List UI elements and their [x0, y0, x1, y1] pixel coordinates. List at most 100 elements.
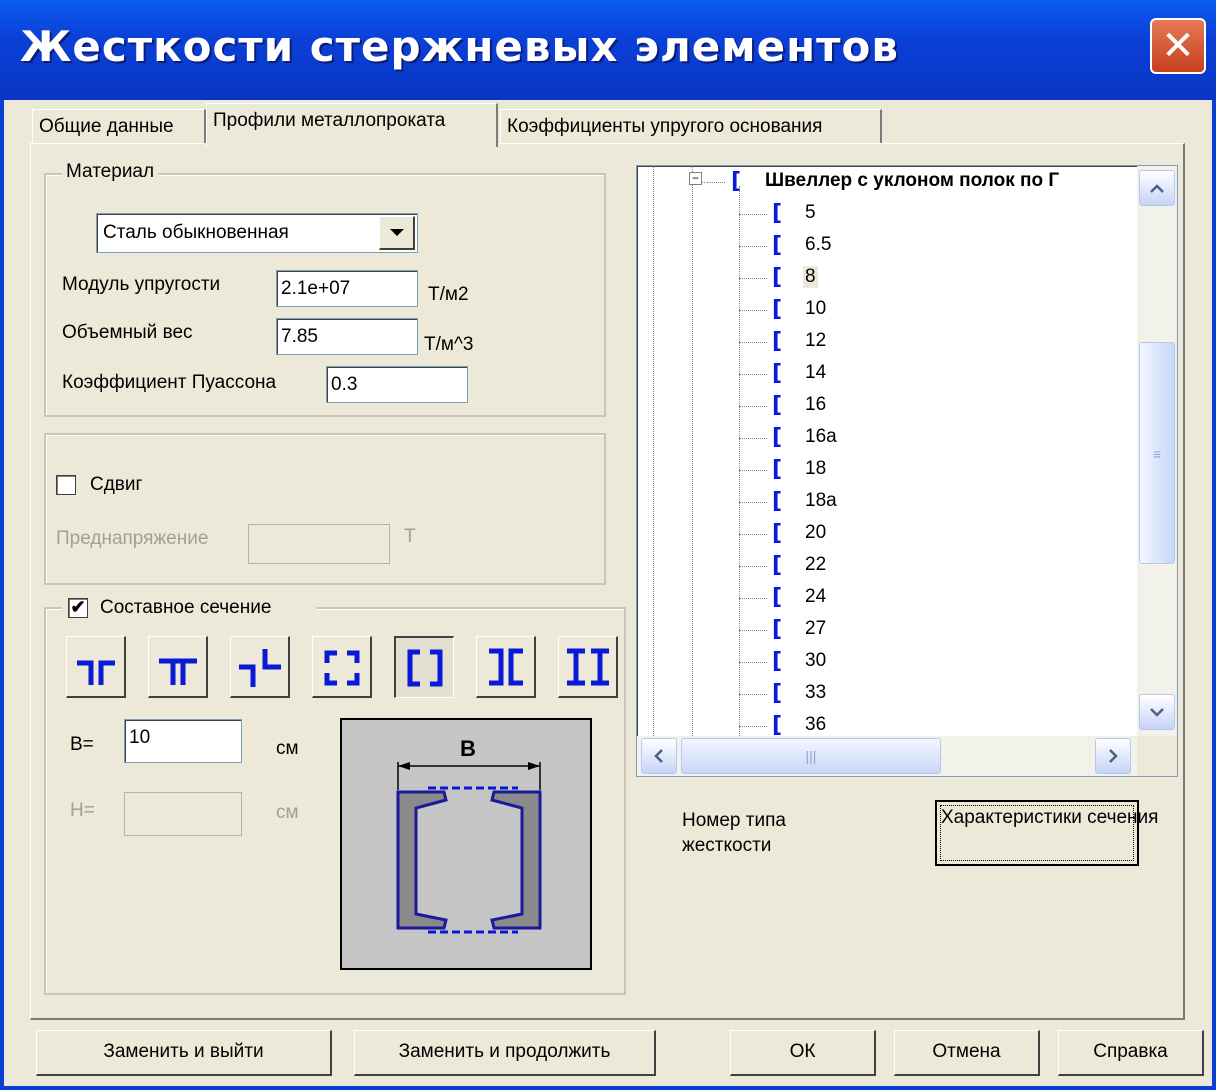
replace-exit-button[interactable]: Заменить и выйти	[36, 1030, 332, 1076]
help-button[interactable]: Справка	[1058, 1030, 1204, 1076]
channel-icon: [	[772, 713, 783, 738]
section-characteristics-label: Характеристики сечения	[940, 805, 1158, 861]
prestress-unit: Т	[404, 526, 416, 547]
elastic-modulus-unit: Т/м2	[428, 284, 469, 305]
dialog-title: Жесткости стержневых элементов	[20, 22, 899, 71]
tree-item[interactable]: [10	[637, 294, 1137, 326]
channel-icon: [	[772, 425, 783, 450]
channel-icon: [	[772, 681, 783, 706]
tree-item-label: 20	[805, 522, 827, 543]
tree-item-label: 14	[805, 362, 827, 383]
channel-box-icon	[407, 649, 443, 687]
horizontal-scroll-thumb[interactable]: |||	[681, 738, 941, 774]
tree-item[interactable]: [8	[637, 262, 1137, 294]
tab-elastic-foundation[interactable]: Коэффициенты упругого основания	[500, 109, 882, 145]
tree-root-label[interactable]: Швеллер с уклоном полок по Г	[765, 170, 1059, 192]
horizontal-scrollbar[interactable]: |||	[637, 736, 1137, 776]
tree-item[interactable]: [6.5	[637, 230, 1137, 262]
i-beam-pair-icon	[567, 648, 609, 686]
combo-dropdown-button[interactable]	[379, 216, 415, 250]
volume-weight-input[interactable]: 7.85	[276, 318, 418, 355]
title-bar[interactable]: Жесткости стержневых элементов ✕	[0, 0, 1216, 100]
tree-item-label: 24	[805, 586, 827, 607]
channel-icon: [	[772, 393, 783, 418]
tree-item-label: 5	[805, 202, 816, 223]
section-channel-box-button[interactable]	[394, 636, 454, 698]
tree-item-label: 6.5	[805, 234, 832, 255]
section-diagram: B	[340, 718, 592, 970]
tree-item[interactable]: [30	[637, 646, 1137, 678]
scroll-down-button[interactable]	[1139, 694, 1175, 730]
section-corner-box-button[interactable]	[312, 636, 372, 698]
b-label: B=	[70, 734, 94, 755]
tree-item[interactable]: [20	[637, 518, 1137, 550]
tree-item[interactable]: [27	[637, 614, 1137, 646]
h-input[interactable]	[124, 792, 242, 836]
elastic-modulus-input[interactable]: 2.1e+07	[276, 270, 418, 307]
section-i-beam-pair-button[interactable]	[558, 636, 618, 698]
tree-item-label: 30	[805, 650, 827, 671]
chevron-left-icon	[654, 749, 663, 763]
tree-item[interactable]: [12	[637, 326, 1137, 358]
shear-checkbox[interactable]	[56, 475, 76, 495]
vertical-scroll-thumb[interactable]: ≡	[1139, 342, 1175, 564]
volume-weight-label: Объемный вес	[62, 322, 193, 343]
vertical-scrollbar[interactable]: ≡	[1137, 166, 1177, 736]
composite-section-checkbox[interactable]: ✔	[68, 598, 88, 618]
section-characteristics-button[interactable]: Характеристики сечения	[935, 800, 1158, 866]
tree-item-label: 27	[805, 618, 827, 639]
tree-item[interactable]: [24	[637, 582, 1137, 614]
offset-angles-icon	[239, 649, 281, 687]
b-input[interactable]: 10	[124, 719, 242, 763]
chevron-right-icon	[1109, 749, 1118, 763]
section-tee-pair-button[interactable]	[148, 636, 208, 698]
close-button[interactable]: ✕	[1150, 18, 1206, 74]
ok-button[interactable]: ОК	[730, 1030, 876, 1076]
prestress-input[interactable]	[248, 524, 390, 564]
tree-item[interactable]: [18а	[637, 486, 1137, 518]
scroll-up-button[interactable]	[1139, 170, 1175, 206]
channel-icon: [	[772, 201, 783, 226]
tab-metal-profiles[interactable]: Профили металлопроката	[206, 103, 498, 147]
tree-item-label: 10	[805, 298, 827, 319]
tab-general-data[interactable]: Общие данные	[32, 109, 206, 145]
tree-expand-toggle[interactable]: −	[689, 172, 702, 185]
tree-item-label: 12	[805, 330, 827, 351]
corner-box-icon	[324, 650, 360, 686]
cancel-button[interactable]: Отмена	[894, 1030, 1040, 1076]
volume-weight-unit: Т/м^3	[424, 334, 474, 355]
section-offset-angles-button[interactable]	[230, 636, 290, 698]
channel-icon: [	[772, 361, 783, 386]
replace-continue-button[interactable]: Заменить и продолжить	[354, 1030, 656, 1076]
tree-item-label: 18	[805, 458, 827, 479]
section-channel-back-button[interactable]	[476, 636, 536, 698]
tree-item-label: 16а	[805, 426, 837, 447]
poisson-label: Коэффициент Пуассона	[62, 372, 277, 393]
profile-tree[interactable]: − [ Швеллер с уклоном полок по Г [5[6.5[…	[636, 165, 1178, 777]
tree-item[interactable]: [16	[637, 390, 1137, 422]
tree-item[interactable]: [5	[637, 198, 1137, 230]
channel-icon: [	[772, 265, 783, 290]
tree-item[interactable]: [33	[637, 678, 1137, 710]
material-combo[interactable]: Сталь обыкновенная	[96, 213, 418, 253]
tree-root-icon: [	[731, 169, 742, 194]
tree-item[interactable]: [22	[637, 550, 1137, 582]
poisson-input[interactable]: 0.3	[326, 366, 468, 403]
channel-icon: [	[772, 489, 783, 514]
channel-icon: [	[772, 649, 783, 674]
tree-item[interactable]: [18	[637, 454, 1137, 486]
tree-item[interactable]: [14	[637, 358, 1137, 390]
chevron-up-icon	[1150, 184, 1164, 193]
channel-back-icon	[489, 648, 523, 686]
channel-icon: [	[772, 585, 783, 610]
section-angle-pair-button[interactable]	[66, 636, 126, 698]
tree-item[interactable]: [16а	[637, 422, 1137, 454]
scroll-right-button[interactable]	[1095, 738, 1131, 774]
shear-label: Сдвиг	[90, 474, 143, 495]
material-combo-value: Сталь обыкновенная	[103, 222, 289, 243]
channel-icon: [	[772, 521, 783, 546]
scroll-left-button[interactable]	[641, 738, 677, 774]
tree-item-label: 22	[805, 554, 827, 575]
material-legend: Материал	[62, 161, 159, 183]
tree-item-label: 8	[803, 266, 818, 288]
